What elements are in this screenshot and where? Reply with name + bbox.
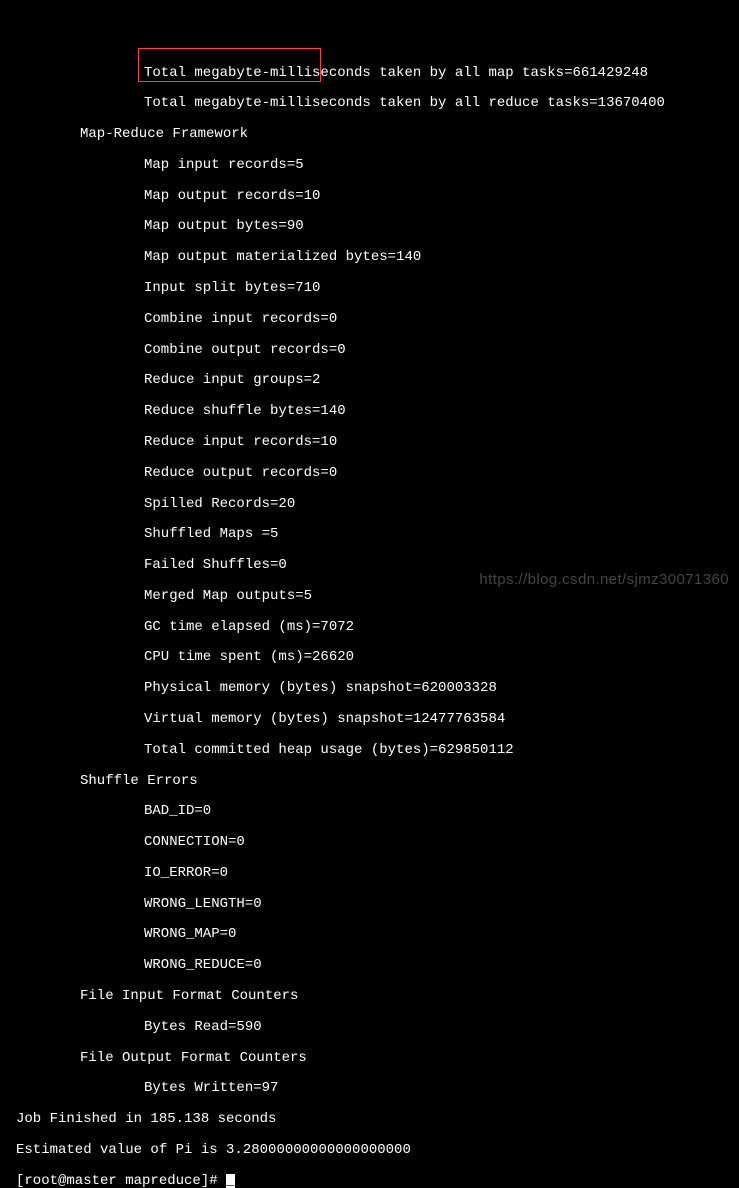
watermark-text: https://blog.csdn.net/sjmz30071360 (479, 572, 729, 589)
output-line: GC time elapsed (ms)=7072 (0, 620, 739, 635)
output-line: Map input records=5 (0, 158, 739, 173)
output-line: Reduce shuffle bytes=140 (0, 404, 739, 419)
output-line: Map output records=10 (0, 189, 739, 204)
section-header: File Input Format Counters (0, 989, 739, 1004)
output-line: BAD_ID=0 (0, 804, 739, 819)
output-line: Spilled Records=20 (0, 497, 739, 512)
output-line: Reduce output records=0 (0, 466, 739, 481)
section-header: Shuffle Errors (0, 774, 739, 789)
output-line: Physical memory (bytes) snapshot=6200033… (0, 681, 739, 696)
output-line: Bytes Read=590 (0, 1020, 739, 1035)
output-line: Input split bytes=710 (0, 281, 739, 296)
section-header: File Output Format Counters (0, 1051, 739, 1066)
output-line: Virtual memory (bytes) snapshot=12477763… (0, 712, 739, 727)
output-line: Merged Map outputs=5 (0, 589, 739, 604)
output-line: Bytes Written=97 (0, 1081, 739, 1096)
output-line: Combine input records=0 (0, 312, 739, 327)
output-line: WRONG_LENGTH=0 (0, 897, 739, 912)
output-line: WRONG_REDUCE=0 (0, 958, 739, 973)
output-line: WRONG_MAP=0 (0, 927, 739, 942)
output-line: Reduce input groups=2 (0, 373, 739, 388)
output-line: Estimated value of Pi is 3.2800000000000… (0, 1143, 739, 1158)
output-line: Total megabyte-milliseconds taken by all… (0, 66, 739, 81)
output-line: IO_ERROR=0 (0, 866, 739, 881)
output-line: CONNECTION=0 (0, 835, 739, 850)
output-line: CPU time spent (ms)=26620 (0, 650, 739, 665)
output-line: Map output bytes=90 (0, 219, 739, 234)
output-line: Job Finished in 185.138 seconds (0, 1112, 739, 1127)
shell-prompt: [root@master mapreduce]# (16, 1173, 226, 1188)
output-line: Combine output records=0 (0, 343, 739, 358)
output-line: Total megabyte-milliseconds taken by all… (0, 96, 739, 111)
output-line: Map output materialized bytes=140 (0, 250, 739, 265)
section-header: Map-Reduce Framework (0, 127, 739, 142)
output-line: Total committed heap usage (bytes)=62985… (0, 743, 739, 758)
output-line: Reduce input records=10 (0, 435, 739, 450)
output-line: Shuffled Maps =5 (0, 527, 739, 542)
shell-prompt-line[interactable]: [root@master mapreduce]# _ (0, 1174, 739, 1188)
cursor: _ (226, 1174, 235, 1188)
